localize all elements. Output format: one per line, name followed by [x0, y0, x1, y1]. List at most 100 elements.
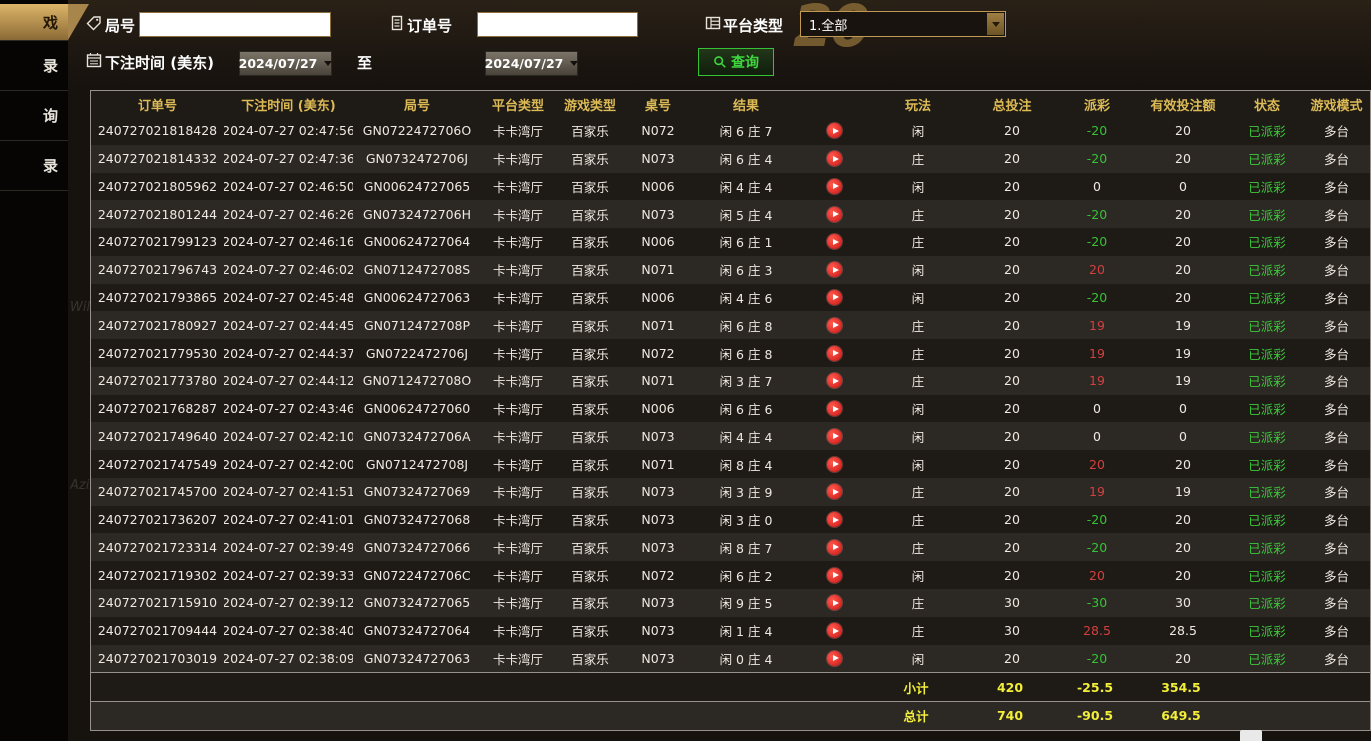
subtotal-payout: -25.5: [1057, 673, 1133, 701]
cell-game: 百家乐: [555, 145, 625, 173]
replay-icon[interactable]: [827, 346, 842, 361]
replay-icon[interactable]: [827, 207, 842, 222]
platform-type-select[interactable]: 1.全部: [800, 11, 1006, 37]
cell-payout: 20: [1059, 450, 1135, 478]
date-from-picker[interactable]: 2024/07/27: [239, 51, 332, 76]
date-to-picker[interactable]: 2024/07/27: [485, 51, 578, 76]
table-row: 2407270217938652024-07-27 02:45:48GN0062…: [91, 284, 1370, 312]
cell-result: 闲 3 庄 9: [691, 478, 871, 506]
table-row: 2407270217159102024-07-27 02:39:12GN0732…: [91, 589, 1370, 617]
replay-icon[interactable]: [827, 179, 842, 194]
cell-valid: 0: [1135, 422, 1231, 450]
cell-result: 闲 5 庄 4: [691, 200, 871, 228]
cell-status: 已派彩: [1231, 367, 1303, 395]
result-text: 闲 6 庄 6: [691, 399, 801, 418]
replay-icon[interactable]: [827, 234, 842, 249]
cell-time: 2024-07-27 02:44:12: [224, 367, 353, 395]
cell-game: 百家乐: [555, 422, 625, 450]
round-number-input[interactable]: [139, 12, 331, 37]
cell-play: 庄: [871, 367, 965, 395]
cell-mode: 多台: [1303, 478, 1370, 506]
total-payout: -90.5: [1057, 702, 1133, 730]
cell-game: 百家乐: [555, 506, 625, 534]
cell-round: GN00624727063: [353, 284, 481, 312]
replay-icon[interactable]: [827, 568, 842, 583]
replay-icon[interactable]: [827, 262, 842, 277]
cell-table: N006: [625, 284, 691, 312]
cell-valid: 20: [1135, 145, 1231, 173]
cell-game: 百家乐: [555, 173, 625, 201]
replay-icon[interactable]: [827, 484, 842, 499]
table-row: 2407270217795302024-07-27 02:44:37GN0722…: [91, 339, 1370, 367]
cell-payout: -20: [1059, 645, 1135, 673]
table-row: 2407270217682872024-07-27 02:43:46GN0062…: [91, 395, 1370, 423]
sidebar-item-query[interactable]: 询: [0, 91, 68, 141]
replay-icon[interactable]: [827, 290, 842, 305]
replay-icon[interactable]: [827, 595, 842, 610]
cell-play: 庄: [871, 200, 965, 228]
replay-icon[interactable]: [827, 401, 842, 416]
bottom-right-widget[interactable]: [1240, 730, 1262, 741]
cell-bet: 20: [965, 311, 1059, 339]
cell-bet: 20: [965, 117, 1059, 145]
order-number-input[interactable]: [477, 12, 638, 37]
cell-platform: 卡卡湾厅: [481, 450, 555, 478]
replay-icon[interactable]: [827, 123, 842, 138]
cell-order: 240727021793865: [91, 284, 224, 312]
cell-order: 240727021801244: [91, 200, 224, 228]
cell-mode: 多台: [1303, 395, 1370, 423]
cell-time: 2024-07-27 02:43:46: [224, 395, 353, 423]
subtotal-row: 小计420-25.5354.5: [91, 672, 1370, 701]
cell-status: 已派彩: [1231, 284, 1303, 312]
cell-time: 2024-07-27 02:38:09: [224, 645, 353, 673]
cell-game: 百家乐: [555, 533, 625, 561]
cell-valid: 19: [1135, 478, 1231, 506]
cell-mode: 多台: [1303, 339, 1370, 367]
table-row: 2407270217475492024-07-27 02:42:00GN0712…: [91, 450, 1370, 478]
cell-table: N073: [625, 145, 691, 173]
cell-platform: 卡卡湾厅: [481, 311, 555, 339]
cell-order: 240727021773780: [91, 367, 224, 395]
cell-platform: 卡卡湾厅: [481, 645, 555, 673]
table-row: 2407270217991232024-07-27 02:46:16GN0062…: [91, 228, 1370, 256]
result-text: 闲 6 庄 2: [691, 566, 801, 585]
cell-platform: 卡卡湾厅: [481, 228, 555, 256]
sidebar-item-label: 询: [43, 105, 58, 126]
replay-icon[interactable]: [827, 540, 842, 555]
cell-valid: 0: [1135, 173, 1231, 201]
cell-play: 庄: [871, 311, 965, 339]
cell-time: 2024-07-27 02:47:36: [224, 145, 353, 173]
cell-status: 已派彩: [1231, 506, 1303, 534]
cell-result: 闲 3 庄 7: [691, 367, 871, 395]
replay-icon[interactable]: [827, 457, 842, 472]
sidebar: 戏 录 询 录: [0, 0, 68, 741]
cell-status: 已派彩: [1231, 533, 1303, 561]
sidebar-item-record-2[interactable]: 录: [0, 141, 68, 191]
table-row: 2407270217457002024-07-27 02:41:51GN0732…: [91, 478, 1370, 506]
replay-icon[interactable]: [827, 318, 842, 333]
sidebar-item-record-1[interactable]: 录: [0, 41, 68, 91]
replay-icon[interactable]: [827, 429, 842, 444]
query-button[interactable]: 查询: [698, 48, 774, 76]
platform-type-label: 平台类型: [723, 15, 783, 36]
sidebar-item-game[interactable]: 戏: [0, 4, 68, 41]
header-payout: 派彩: [1059, 91, 1135, 117]
cell-order: 240727021768287: [91, 395, 224, 423]
result-text: 闲 6 庄 7: [691, 121, 801, 140]
cell-time: 2024-07-27 02:45:48: [224, 284, 353, 312]
date-to-separator-label: 至: [357, 52, 372, 73]
cell-game: 百家乐: [555, 561, 625, 589]
cell-mode: 多台: [1303, 422, 1370, 450]
cell-order: 240727021799123: [91, 228, 224, 256]
cell-round: GN0722472706O: [353, 117, 481, 145]
total-tail: [1229, 702, 1370, 730]
total-bet: 740: [963, 702, 1057, 730]
replay-icon[interactable]: [827, 151, 842, 166]
cell-bet: 20: [965, 145, 1059, 173]
header-round: 局号: [353, 91, 481, 117]
replay-icon[interactable]: [827, 512, 842, 527]
replay-icon[interactable]: [827, 623, 842, 638]
replay-icon[interactable]: [827, 373, 842, 388]
cell-play: 闲: [871, 395, 965, 423]
replay-icon[interactable]: [827, 651, 842, 666]
